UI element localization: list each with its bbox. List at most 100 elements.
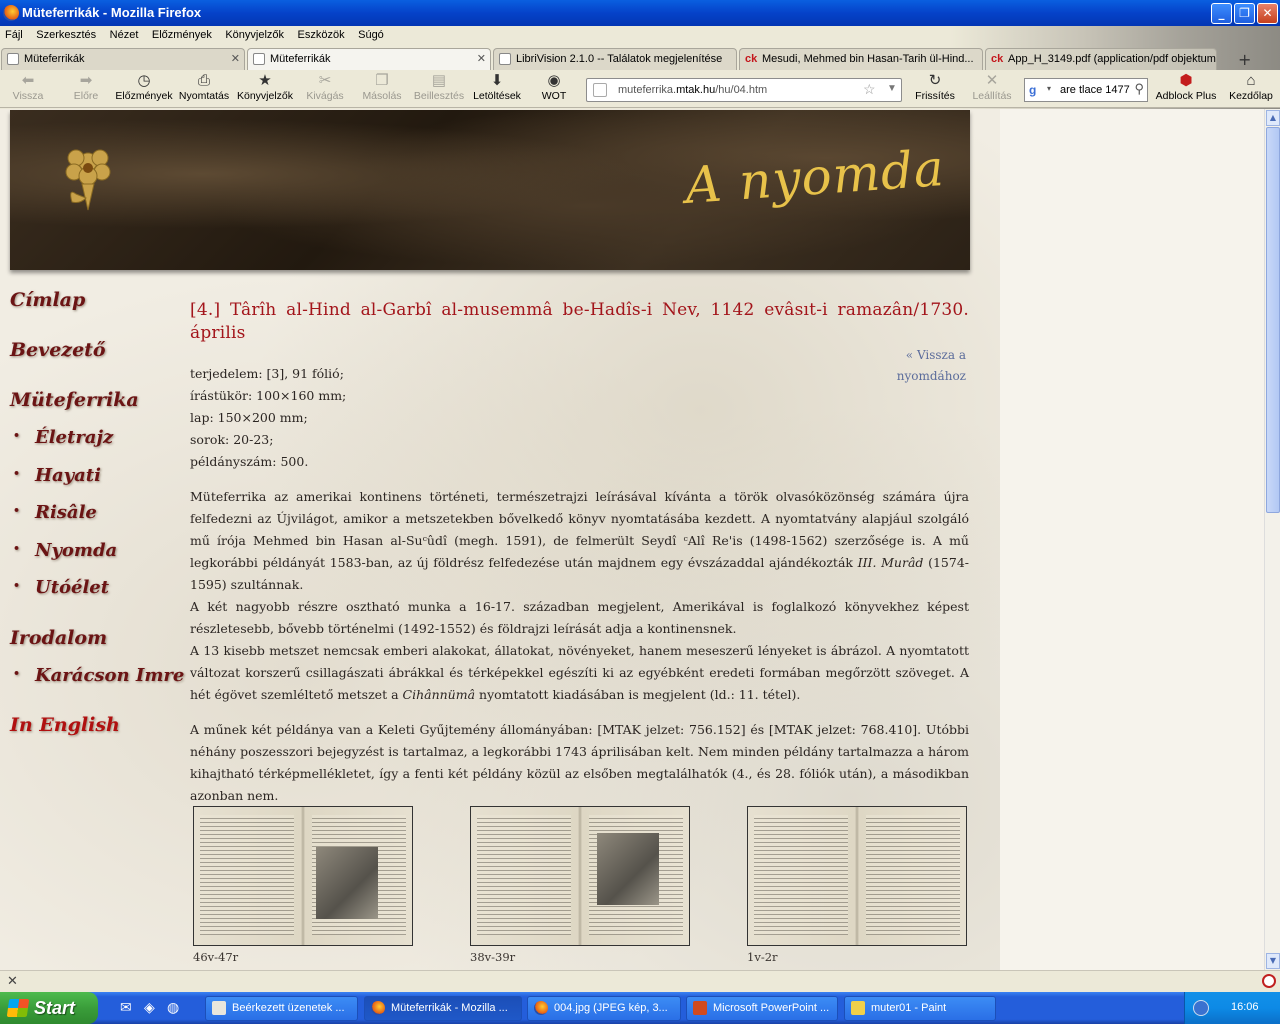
- menu-view[interactable]: Nézet: [105, 26, 144, 44]
- url-text[interactable]: muteferrika.mtak.hu/hu/04.htm: [618, 84, 767, 96]
- spec-extent: terjedelem: [3], 91 fólió;: [190, 366, 344, 381]
- tab-bar: Müteferrikák ✕ Müteferrikák ✕ LibriVisio…: [0, 46, 1280, 70]
- new-tab-button[interactable]: +: [1238, 50, 1251, 69]
- nav-irodalom[interactable]: Irodalom: [10, 627, 107, 649]
- history-button[interactable]: ◷ Előzmények: [114, 72, 174, 102]
- thumbnail-caption: 1v-2r: [747, 950, 778, 964]
- quicklaunch-app-icon[interactable]: ◈: [144, 1000, 155, 1016]
- nav-bevezeto[interactable]: Bevezető: [10, 339, 106, 361]
- site-identity-icon[interactable]: [593, 83, 607, 97]
- task-firefox-muteferrikak[interactable]: Müteferrikák - Mozilla ...: [364, 996, 522, 1021]
- nav-eletrajz[interactable]: Életrajz: [13, 427, 113, 448]
- thumbnail-1v-2r[interactable]: 1v-2r: [747, 806, 969, 964]
- menu-file[interactable]: Fájl: [0, 26, 28, 44]
- tray-chevron-icon[interactable]: [1193, 1000, 1209, 1016]
- menu-tools[interactable]: Eszközök: [293, 26, 350, 44]
- nav-hayati[interactable]: Hayati: [13, 465, 101, 486]
- url-bar[interactable]: muteferrika.mtak.hu/hu/04.htm ☆ ▼: [586, 78, 902, 102]
- book-scan-image[interactable]: [747, 806, 967, 946]
- tab-close-icon[interactable]: ✕: [477, 52, 486, 65]
- book-page-left: [754, 815, 848, 935]
- copy-button[interactable]: ❐ Másolás: [358, 72, 406, 102]
- tab-librivision[interactable]: LibriVision 2.1.0 -- Találatok megjelení…: [493, 48, 737, 70]
- nav-utoelet[interactable]: Utóélet: [13, 577, 109, 598]
- tab-muteferrikak-1[interactable]: Müteferrikák ✕: [1, 48, 245, 70]
- nav-karacson-imre[interactable]: Karácson Imre: [13, 665, 184, 686]
- arrow-left-icon: ⬅: [21, 72, 35, 89]
- scrollbar-thumb[interactable]: [1266, 127, 1280, 513]
- paragraph-copies: A műnek két példánya van a Keleti Gyűjte…: [190, 722, 969, 803]
- banner-title: A nyomda: [683, 139, 947, 215]
- book-scan-image[interactable]: [470, 806, 690, 946]
- nav-cimlap[interactable]: Címlap: [10, 289, 85, 311]
- maximize-button[interactable]: ❐: [1234, 3, 1255, 24]
- menu-history[interactable]: Előzmények: [147, 26, 217, 44]
- tab-pdf[interactable]: ck App_H_3149.pdf (application/pdf objek…: [985, 48, 1217, 70]
- scissors-icon: ✂: [318, 72, 332, 89]
- task-paint[interactable]: muter01 - Paint: [844, 996, 996, 1021]
- quicklaunch-firefox-icon[interactable]: ◍: [167, 1000, 179, 1016]
- bookmark-star-icon[interactable]: ☆: [863, 81, 876, 98]
- database-icon: [499, 53, 511, 65]
- back-to-nyomda-link[interactable]: « Vissza a nyomdához: [880, 345, 966, 387]
- close-icon[interactable]: ✕: [7, 974, 18, 989]
- tab-muteferrikak-2[interactable]: Müteferrikák ✕: [247, 48, 491, 70]
- task-mail[interactable]: Beérkezett üzenetek ...: [205, 996, 358, 1021]
- stop-button[interactable]: ✕ Leállítás: [966, 72, 1018, 102]
- window-titlebar[interactable]: Müteferrikák - Mozilla Firefox _ ❐ ✕: [0, 0, 1280, 26]
- status-bar: ✕: [0, 970, 1280, 992]
- downloads-button[interactable]: ⬇ Letöltések: [470, 72, 524, 102]
- nav-in-english[interactable]: In English: [10, 714, 120, 736]
- thumbnail-46v-47r[interactable]: 46v-47r: [193, 806, 415, 964]
- magnifier-icon[interactable]: ⚲: [1134, 81, 1144, 97]
- search-input[interactable]: g ▾ are tlace 1477 ⚲: [1024, 78, 1148, 102]
- status-indicator-icon[interactable]: [1262, 974, 1276, 988]
- nav-risale[interactable]: Risâle: [13, 502, 97, 523]
- task-firefox-jpeg[interactable]: 004.jpg (JPEG kép, 3...: [527, 996, 681, 1021]
- scroll-up-icon[interactable]: ▲: [1266, 110, 1280, 126]
- printer-icon: ⎙: [197, 72, 210, 89]
- reload-icon: ↻: [928, 72, 942, 89]
- quicklaunch-outlook-icon[interactable]: ✉: [120, 1000, 132, 1016]
- tab-mesudi[interactable]: ck Mesudi, Mehmed bin Hasan-Tarih ül-Hin…: [739, 48, 983, 70]
- menu-edit[interactable]: Szerkesztés: [31, 26, 101, 44]
- vertical-scrollbar[interactable]: ▲ ▼: [1264, 109, 1280, 970]
- chevron-down-icon[interactable]: ▾: [1047, 84, 1051, 93]
- tab-close-icon[interactable]: ✕: [231, 52, 240, 65]
- nav-muteferrika[interactable]: Müteferrika: [10, 389, 139, 411]
- bookmarks-button[interactable]: ★ Könyvjelzők: [234, 72, 296, 102]
- main-content: [4.] Târîh al-Hind al-Garbî al-musemmâ b…: [190, 299, 969, 807]
- firefox-icon: [534, 1001, 548, 1015]
- chevron-down-icon[interactable]: ▼: [887, 83, 897, 94]
- scroll-down-icon[interactable]: ▼: [1266, 953, 1280, 969]
- forward-button[interactable]: ➡ Előre: [64, 72, 108, 102]
- close-button[interactable]: ✕: [1257, 3, 1278, 24]
- cut-button[interactable]: ✂ Kivágás: [302, 72, 348, 102]
- spec-lines: sorok: 20-23;: [190, 432, 274, 447]
- menu-help[interactable]: Súgó: [353, 26, 389, 44]
- book-specifications: terjedelem: [3], 91 fólió; írástükör: 10…: [190, 363, 969, 473]
- search-value: are tlace 1477: [1060, 84, 1130, 96]
- thumbnail-38v-39r[interactable]: 38v-39r: [470, 806, 692, 964]
- paste-button[interactable]: ▤ Beillesztés: [412, 72, 466, 102]
- thumbnail-caption: 46v-47r: [193, 950, 239, 964]
- tab-label: Müteferrikák: [24, 53, 85, 65]
- adblock-button[interactable]: ⬢ Adblock Plus: [1154, 72, 1218, 102]
- start-button[interactable]: Start: [0, 992, 98, 1024]
- print-button[interactable]: ⎙ Nyomtatás: [176, 72, 232, 102]
- home-button[interactable]: ⌂ Kezdőlap: [1226, 72, 1276, 102]
- ck-icon: ck: [991, 53, 1004, 65]
- paragraph-structure: A két nagyobb részre osztható munka a 16…: [190, 599, 969, 636]
- back-button[interactable]: ⬅ Vissza: [8, 72, 48, 102]
- minimize-button[interactable]: _: [1211, 3, 1232, 24]
- reload-button[interactable]: ↻ Frissítés: [910, 72, 960, 102]
- engraving-illustration: [316, 847, 378, 919]
- task-powerpoint[interactable]: Microsoft PowerPoint ...: [686, 996, 838, 1021]
- book-scan-image[interactable]: [193, 806, 413, 946]
- wot-button[interactable]: ◉ WOT: [538, 72, 570, 102]
- nav-nyomda[interactable]: Nyomda: [13, 540, 117, 561]
- paragraph-intro: Müteferrika az amerikai kontinens történ…: [190, 489, 969, 592]
- menu-bookmarks[interactable]: Könyvjelzők: [220, 26, 289, 44]
- ck-icon: ck: [745, 53, 758, 65]
- google-icon[interactable]: g: [1029, 83, 1043, 97]
